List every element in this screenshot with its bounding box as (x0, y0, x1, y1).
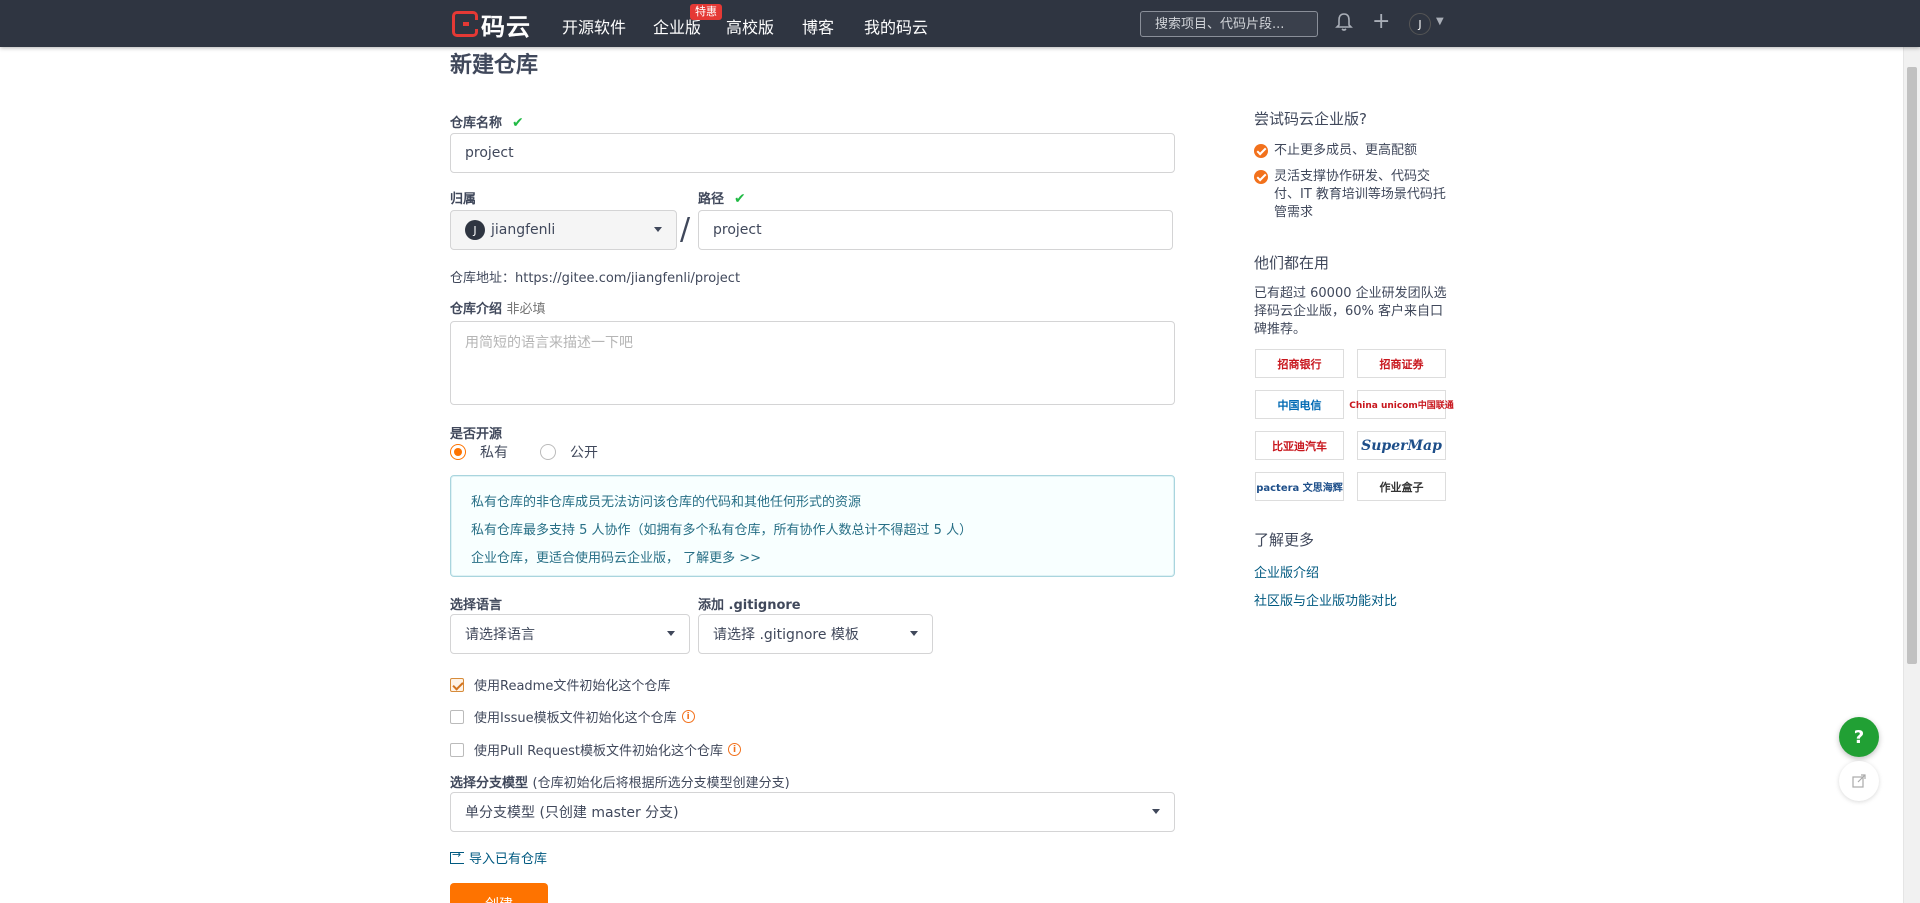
logo-cms: 招商证券 (1357, 349, 1446, 378)
gitignore-select[interactable]: 请选择 .gitignore 模板 (698, 614, 933, 654)
nav-education[interactable]: 高校版 (726, 14, 774, 38)
issue-template-checkbox[interactable]: 使用Issue模板文件初始化这个仓库 i (450, 707, 695, 726)
path-separator: / (680, 212, 691, 247)
radio-public[interactable]: 公开 (540, 442, 598, 462)
private-info-box: 私有仓库的非仓库成员无法访问该仓库的代码和其他任何形式的资源 私有仓库最多支持 … (450, 475, 1175, 577)
nav-blog[interactable]: 博客 (802, 14, 834, 38)
caret-down-icon (667, 631, 675, 636)
logo-unicom: China unicom中国联通 (1349, 390, 1454, 419)
check-icon: ✔ (734, 191, 746, 207)
open-source-label: 是否开源 (450, 427, 503, 442)
logo-cmb: 招商银行 (1255, 349, 1344, 378)
check-icon: ✔ (512, 115, 524, 131)
page-scrollbar[interactable] (1903, 47, 1920, 903)
hot-badge: 特惠 (690, 4, 722, 20)
scrollbar-thumb[interactable] (1907, 67, 1917, 664)
top-navbar: 码云 开源软件 企业版 特惠 高校版 博客 我的码云 + J ▼ (0, 0, 1920, 47)
bell-icon[interactable] (1335, 12, 1353, 37)
path-input[interactable]: project (698, 210, 1173, 250)
language-label: 选择语言 (450, 598, 503, 613)
repo-name-input[interactable]: project (450, 133, 1175, 173)
radio-checked-icon (450, 444, 466, 460)
radio-unchecked-icon (540, 444, 556, 460)
owner-avatar: J (465, 220, 485, 240)
info-icon[interactable]: i (728, 743, 742, 756)
import-repo-link[interactable]: 导入已有仓库 (450, 848, 547, 867)
help-question-icon[interactable]: ? (1839, 717, 1879, 757)
repo-name-label: 仓库名称 ✔ (450, 115, 524, 131)
try-point: 不止更多成员、更高配额 (1254, 142, 1454, 160)
info-line: 私有仓库的非仓库成员无法访问该仓库的代码和其他任何形式的资源 (471, 495, 862, 510)
caret-down-icon (1152, 809, 1160, 814)
using-title: 他们都在用 (1254, 254, 1330, 272)
check-circle-icon (1254, 170, 1268, 184)
info-line: 企业仓库，更适合使用码云企业版， 了解更多 >> (471, 551, 762, 566)
owner-value: jiangfenli (491, 222, 556, 238)
readme-checkbox[interactable]: 使用Readme文件初始化这个仓库 (450, 675, 670, 694)
branch-model-label: 选择分支模型 (仓库初始化后将根据所选分支模型创建分支) (450, 776, 790, 791)
gitignore-label: 添加 .gitignore (698, 598, 801, 613)
gitee-logo[interactable]: 码云 (452, 10, 531, 41)
intro-label: 仓库介绍 非必填 (450, 302, 546, 317)
enterprise-intro-link[interactable]: 企业版介绍 (1254, 562, 1319, 581)
caret-down-icon (910, 631, 918, 636)
logo-telecom: 中国电信 (1255, 390, 1344, 419)
checkbox-checked-icon (450, 677, 464, 692)
logo-zuoyehezi: 作业盒子 (1357, 472, 1446, 501)
logo-pactera: pactera 文思海辉 (1255, 472, 1344, 501)
logo-byd: 比亚迪汽车 (1255, 431, 1344, 460)
page-title: 新建仓库 (450, 53, 539, 78)
intro-textarea[interactable] (450, 321, 1175, 405)
logo-g-icon (452, 11, 478, 37)
radio-private[interactable]: 私有 (450, 442, 508, 462)
share-icon[interactable] (1839, 761, 1879, 801)
pr-template-checkbox[interactable]: 使用Pull Request模板文件初始化这个仓库 i (450, 740, 742, 759)
plus-icon[interactable]: + (1372, 9, 1390, 34)
learn-more-link[interactable]: 了解更多 >> (683, 551, 761, 566)
logo-text: 码云 (481, 12, 531, 41)
search-input[interactable] (1140, 11, 1318, 37)
language-select[interactable]: 请选择语言 (450, 614, 690, 654)
create-button[interactable]: 创建 (450, 883, 548, 903)
path-label: 路径 ✔ (698, 191, 746, 207)
checkbox-unchecked-icon (450, 742, 464, 757)
nav-my-gitee[interactable]: 我的码云 (864, 14, 928, 38)
checkbox-unchecked-icon (450, 709, 464, 724)
learn-more-title: 了解更多 (1254, 531, 1315, 549)
branch-model-select[interactable]: 单分支模型 (只创建 master 分支) (450, 792, 1175, 832)
compare-link[interactable]: 社区版与企业版功能对比 (1254, 590, 1397, 609)
nav-open-source[interactable]: 开源软件 (562, 14, 626, 38)
check-circle-icon (1254, 144, 1268, 158)
caret-down-icon (654, 227, 662, 232)
try-point: 灵活支撑协作研发、代码交付、IT 教育培训等场景代码托管需求 (1254, 168, 1454, 222)
import-icon (450, 848, 464, 864)
info-icon[interactable]: i (681, 710, 695, 723)
owner-label: 归属 (450, 192, 477, 207)
user-avatar[interactable]: J (1409, 13, 1431, 35)
logo-supermap: SuperMap (1357, 431, 1446, 460)
using-text: 已有超过 60000 企业研发团队选择码云企业版，60% 客户来自口碑推荐。 (1254, 286, 1447, 337)
chevron-down-icon[interactable]: ▼ (1436, 16, 1444, 27)
try-enterprise-title: 尝试码云企业版? (1254, 110, 1367, 128)
owner-select[interactable]: J jiangfenli (450, 210, 677, 250)
info-line: 私有仓库最多支持 5 人协作（如拥有多个私有仓库，所有协作人数总计不得超过 5 … (471, 523, 973, 538)
repo-url: 仓库地址：https://gitee.com/jiangfenli/projec… (450, 271, 741, 286)
